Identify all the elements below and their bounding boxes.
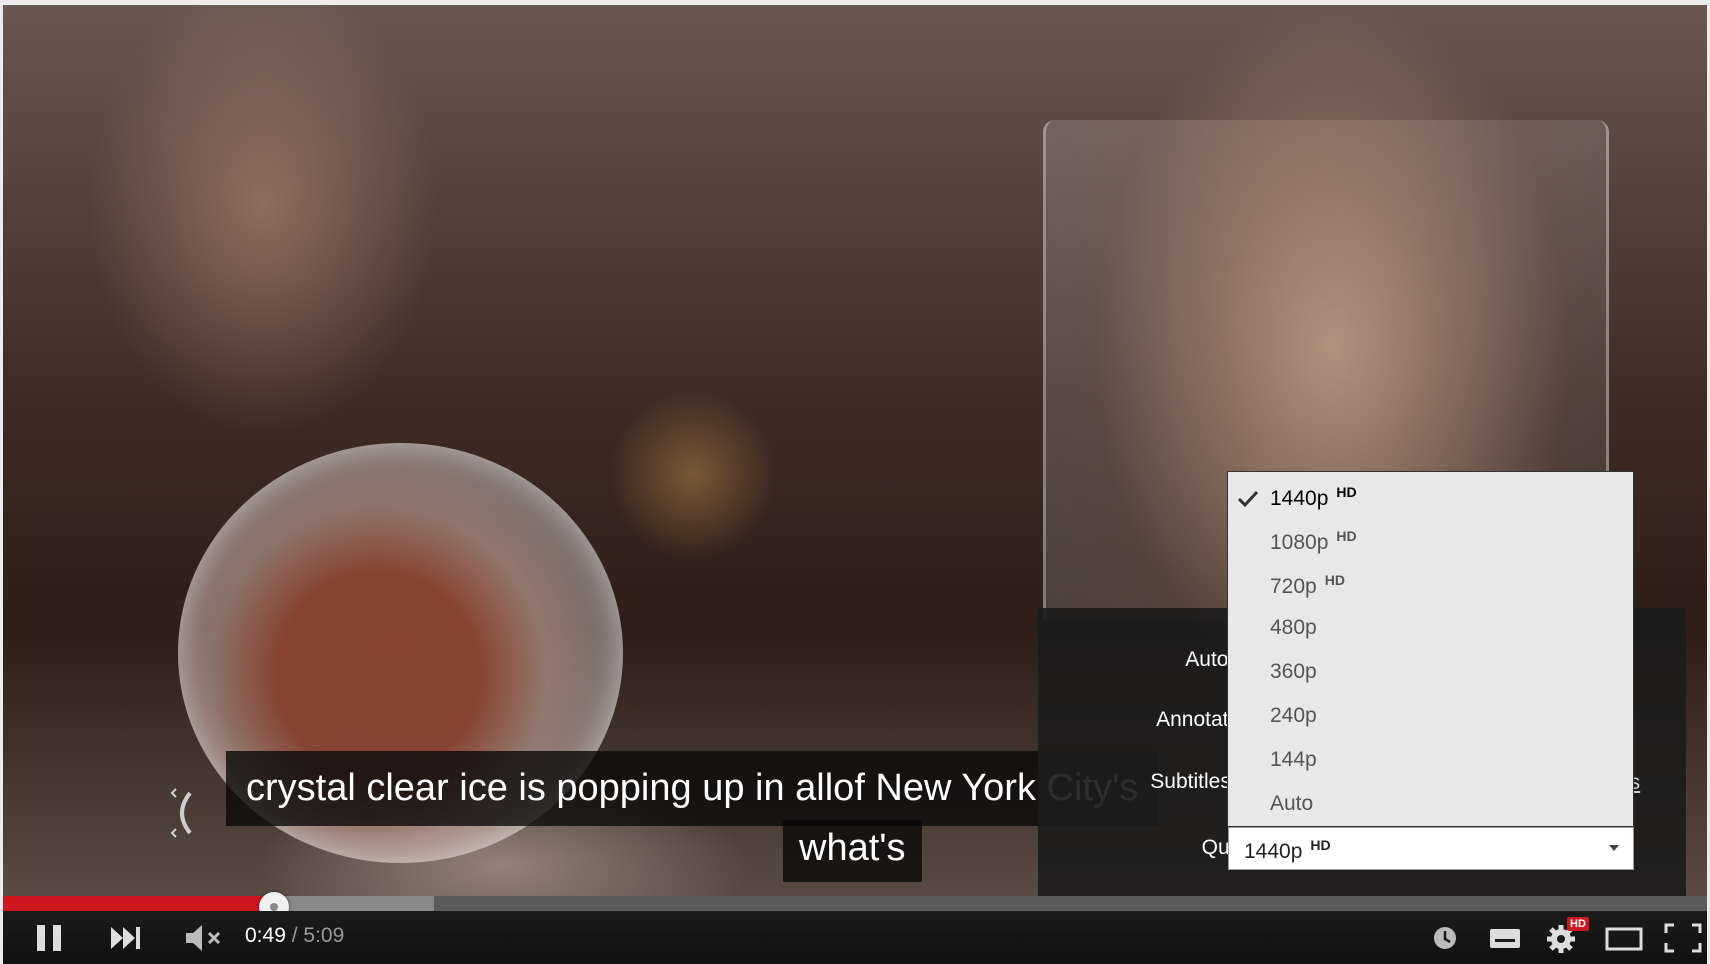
chevron-left-icon[interactable] bbox=[168, 783, 208, 853]
next-icon[interactable] bbox=[108, 922, 144, 954]
quality-option-240p[interactable]: 240p bbox=[1270, 704, 1317, 728]
quality-option-auto[interactable]: Auto bbox=[1270, 792, 1313, 816]
quality-option-1080p[interactable]: 1080p HD bbox=[1270, 528, 1357, 555]
quality-option-480p[interactable]: 480p bbox=[1270, 616, 1317, 640]
subtitles-icon[interactable] bbox=[1487, 922, 1523, 954]
mute-icon[interactable] bbox=[183, 922, 227, 954]
caption-line-2: what's bbox=[783, 820, 922, 882]
video-player[interactable]: crystal clear ice is popping up in allof… bbox=[0, 5, 1710, 964]
duration: 5:09 bbox=[303, 924, 345, 947]
quality-option-720p[interactable]: 720p HD bbox=[1270, 572, 1345, 599]
settings-hd-badge: HD bbox=[1567, 917, 1589, 931]
time-display: 0:49 / 5:09 bbox=[245, 924, 345, 947]
progress-played bbox=[3, 896, 274, 911]
fullscreen-icon[interactable] bbox=[1663, 922, 1703, 954]
quality-select[interactable]: 1440p HD bbox=[1228, 827, 1634, 870]
quality-option-1440p[interactable]: 1440p HD bbox=[1270, 484, 1357, 511]
quality-option-360p[interactable]: 360p bbox=[1270, 660, 1317, 684]
current-time: 0:49 bbox=[245, 924, 286, 947]
caption-line-1: crystal clear ice is popping up in allof… bbox=[226, 751, 1159, 826]
hd-badge: HD bbox=[1310, 837, 1331, 853]
quality-dropdown: 1440p HD 1080p HD 720p HD 480p 360p 240p 14… bbox=[1227, 471, 1634, 827]
control-bar: 0:49 / 5:09 HD bbox=[3, 911, 1707, 964]
check-icon bbox=[1237, 490, 1259, 508]
quality-select-value: 1440p HD bbox=[1244, 837, 1331, 863]
theater-mode-icon[interactable] bbox=[1604, 922, 1644, 954]
chevron-down-icon[interactable] bbox=[1609, 845, 1619, 851]
quality-option-144p[interactable]: 144p bbox=[1270, 748, 1317, 772]
pause-icon[interactable] bbox=[35, 922, 63, 954]
watch-later-icon[interactable] bbox=[1430, 922, 1460, 954]
